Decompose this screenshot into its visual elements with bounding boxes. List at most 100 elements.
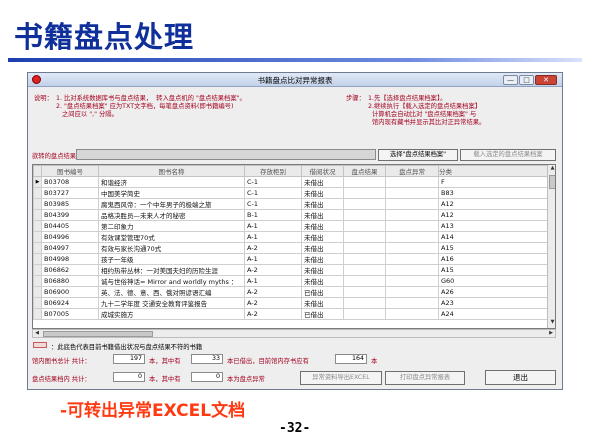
table-cell-anomaly[interactable]	[385, 198, 439, 210]
current-row-icon[interactable]: ▶	[33, 176, 42, 188]
table-cell-id[interactable]: B06880	[41, 275, 99, 287]
table-cell-name[interactable]: 和谐经济	[98, 176, 245, 188]
column-header[interactable]: 图书编号	[41, 165, 99, 177]
table-cell-result[interactable]	[343, 286, 386, 298]
column-header[interactable]: 盘点异常	[385, 165, 439, 177]
table-cell-result[interactable]	[343, 297, 386, 309]
table-cell-cat[interactable]: A24	[438, 308, 548, 320]
table-cell-result[interactable]	[343, 242, 386, 254]
table-cell-id[interactable]: B04399	[41, 209, 99, 221]
table-cell-name[interactable]: 英、法、德、意、西、俄对照谚语汇编	[98, 286, 245, 298]
column-header[interactable]: 盘点结果	[343, 165, 386, 177]
table-row[interactable]: B04998 孩子一年级 A-1 未借出 A16	[33, 253, 548, 265]
table-cell-id[interactable]: B07005	[41, 308, 99, 320]
table-cell-cat[interactable]: G60	[438, 275, 548, 287]
table-cell-shelf[interactable]: A-2	[244, 242, 302, 254]
table-cell-status[interactable]: 未借出	[301, 220, 344, 232]
table-cell-shelf[interactable]: A-1	[244, 220, 302, 232]
table-cell-name[interactable]: 中国美学简史	[98, 187, 245, 199]
table-cell-name[interactable]: 诚与世俗神话= Mirror and worldly myths ：	[98, 275, 245, 287]
table-cell-shelf[interactable]: B-1	[244, 209, 302, 221]
table-cell-status[interactable]: 已借出	[301, 308, 344, 320]
row-indicator[interactable]	[33, 209, 42, 221]
exit-button[interactable]: 退出	[485, 370, 556, 385]
column-header[interactable]: 图书名称	[98, 165, 245, 177]
table-row[interactable]: B04997 有效与家长沟通70式 A-2 未借出 A15	[33, 242, 548, 254]
table-cell-shelf[interactable]: C-1	[244, 187, 302, 199]
row-indicator[interactable]	[33, 253, 42, 265]
table-cell-id[interactable]: B06862	[41, 264, 99, 276]
table-cell-id[interactable]: B04998	[41, 253, 99, 265]
row-indicator[interactable]	[33, 242, 42, 254]
table-cell-name[interactable]: 品格决胜员—未来人才的秘密	[98, 209, 245, 221]
table-cell-id[interactable]: B04996	[41, 231, 99, 243]
table-cell-cat[interactable]: B83	[438, 187, 548, 199]
table-cell-result[interactable]	[343, 308, 386, 320]
export-excel-button[interactable]: 异常资料导出EXCEL	[300, 371, 382, 385]
file-path-input[interactable]	[76, 149, 376, 160]
table-cell-shelf[interactable]: A-1	[244, 231, 302, 243]
table-cell-anomaly[interactable]	[385, 220, 439, 232]
scroll-thumb[interactable]	[43, 331, 153, 337]
table-cell-result[interactable]	[343, 187, 386, 199]
table-cell-status[interactable]: 未借出	[301, 242, 344, 254]
table-cell-status[interactable]: 未借出	[301, 187, 344, 199]
table-cell-status[interactable]: 已借出	[301, 286, 344, 298]
row-indicator[interactable]	[33, 220, 42, 232]
table-cell-cat[interactable]: A12	[438, 198, 548, 210]
table-cell-anomaly[interactable]	[385, 264, 439, 276]
table-cell-cat[interactable]: F	[438, 176, 548, 188]
table-cell-result[interactable]	[343, 176, 386, 188]
table-cell-anomaly[interactable]	[385, 231, 439, 243]
table-row[interactable]: B06862 相约热带丛林：一对美国夫妇的历险生涯 A-2 未借出 A15	[33, 264, 548, 276]
table-row[interactable]: B03727 中国美学简史 C-1 未借出 B83	[33, 187, 548, 199]
load-file-button[interactable]: 载入选定的盘点结果档案	[460, 149, 556, 161]
table-cell-result[interactable]	[343, 198, 386, 210]
table-cell-status[interactable]: 未借出	[301, 176, 344, 188]
table-cell-status[interactable]: 未借出	[301, 253, 344, 265]
print-report-button[interactable]: 打印盘点异常报表	[385, 371, 465, 385]
table-cell-status[interactable]: 未借出	[301, 275, 344, 287]
close-button[interactable]: ✕	[535, 75, 557, 85]
table-cell-cat[interactable]: A23	[438, 297, 548, 309]
table-cell-anomaly[interactable]	[385, 286, 439, 298]
table-cell-id[interactable]: B03985	[41, 198, 99, 210]
table-row[interactable]: ▶ B03708 和谐经济 C-1 未借出 F	[33, 176, 548, 188]
table-cell-name[interactable]: 成城实施方	[98, 308, 245, 320]
table-cell-cat[interactable]: A15	[438, 264, 548, 276]
table-row[interactable]: B06880 诚与世俗神话= Mirror and worldly myths ：…	[33, 275, 548, 287]
table-cell-status[interactable]: 未借出	[301, 209, 344, 221]
table-cell-shelf[interactable]: A-2	[244, 286, 302, 298]
table-row[interactable]: B03985 腐鬼西风帝：一个中年男子的极端之旅 C-1 未借出 A12	[33, 198, 548, 210]
table-cell-anomaly[interactable]	[385, 275, 439, 287]
row-indicator[interactable]	[33, 198, 42, 210]
scroll-thumb[interactable]	[549, 175, 555, 189]
table-cell-id[interactable]: B06924	[41, 297, 99, 309]
column-header[interactable]: 借阅状况	[301, 165, 344, 177]
table-cell-name[interactable]: 有效课堂管理70式	[98, 231, 245, 243]
maximize-button[interactable]: □	[519, 75, 534, 85]
table-cell-result[interactable]	[343, 231, 386, 243]
table-cell-shelf[interactable]: C-1	[244, 198, 302, 210]
table-cell-shelf[interactable]: A-2	[244, 308, 302, 320]
column-header[interactable]: 分类	[438, 165, 548, 177]
row-indicator[interactable]	[33, 297, 42, 309]
table-row[interactable]: B04405 第二印象力 A-1 未借出 A13	[33, 220, 548, 232]
table-cell-shelf[interactable]: A-2	[244, 297, 302, 309]
scroll-right-icon[interactable]: ▶	[547, 330, 555, 338]
table-cell-result[interactable]	[343, 253, 386, 265]
row-indicator[interactable]	[33, 275, 42, 287]
scroll-up-icon[interactable]: ▲	[548, 165, 555, 173]
table-cell-anomaly[interactable]	[385, 308, 439, 320]
row-indicator[interactable]	[33, 187, 42, 199]
table-cell-shelf[interactable]: A-1	[244, 275, 302, 287]
table-cell-name[interactable]: 有效与家长沟通70式	[98, 242, 245, 254]
table-cell-name[interactable]: 九十二学年度 交通安全教育评鉴报告	[98, 297, 245, 309]
row-indicator[interactable]	[33, 264, 42, 276]
table-cell-result[interactable]	[343, 264, 386, 276]
table-cell-anomaly[interactable]	[385, 209, 439, 221]
table-row[interactable]: B06900 英、法、德、意、西、俄对照谚语汇编 A-2 已借出 A26	[33, 286, 548, 298]
table-row[interactable]: B06924 九十二学年度 交通安全教育评鉴报告 A-2 未借出 A23	[33, 297, 548, 309]
table-cell-result[interactable]	[343, 220, 386, 232]
table-cell-result[interactable]	[343, 275, 386, 287]
